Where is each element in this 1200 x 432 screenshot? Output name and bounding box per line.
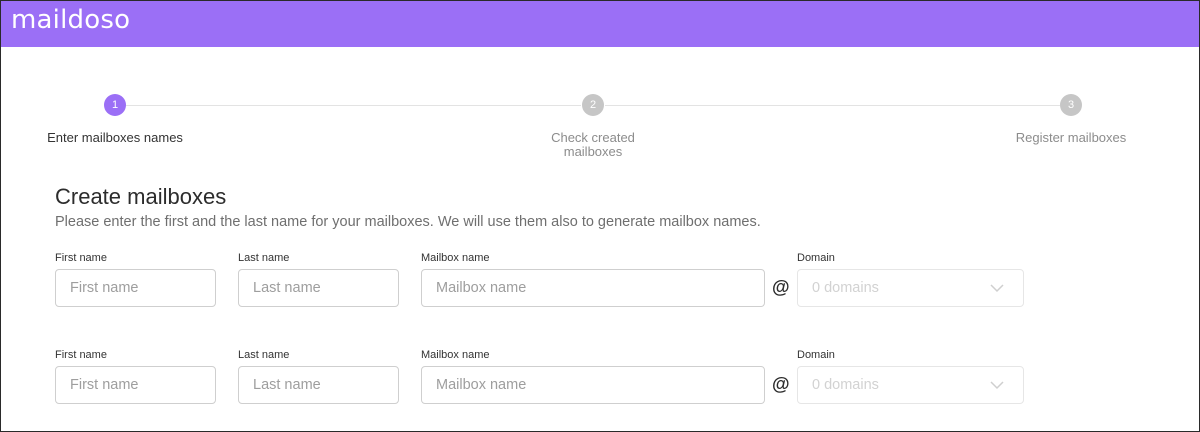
last-name-input[interactable] (238, 269, 399, 307)
last-name-input[interactable] (238, 366, 399, 404)
domain-select-value: 0 domains (812, 280, 879, 296)
domain-select-value: 0 domains (812, 377, 879, 393)
step-1-indicator: 1 (104, 94, 126, 116)
step-2-indicator: 2 (582, 94, 604, 116)
at-sign: @ (772, 374, 790, 394)
top-bar: maildoso (1, 1, 1199, 47)
page-subtitle: Please enter the first and the last name… (55, 214, 761, 230)
chevron-down-icon (990, 284, 1004, 293)
mailbox-name-input[interactable] (421, 269, 765, 307)
page-title: Create mailboxes (55, 184, 227, 209)
mailbox-name-label: Mailbox name (421, 252, 490, 264)
mailbox-name-input[interactable] (421, 366, 765, 404)
step-connector-1-2 (126, 105, 581, 106)
chevron-down-icon (990, 381, 1004, 390)
first-name-input[interactable] (55, 366, 216, 404)
mailbox-name-label: Mailbox name (421, 349, 490, 361)
step-connector-2-3 (605, 105, 1060, 106)
maildoso-logo[interactable]: maildoso (11, 5, 130, 35)
last-name-label: Last name (238, 349, 290, 361)
domain-select[interactable]: 0 domains (797, 366, 1024, 404)
first-name-label: First name (55, 252, 107, 264)
step-1-label: Enter mailboxes names (47, 130, 183, 145)
app-frame: maildoso 1 2 3 Enter mailboxes names Che… (0, 0, 1200, 432)
last-name-label: Last name (238, 252, 290, 264)
step-3-indicator: 3 (1060, 94, 1082, 116)
domain-label: Domain (797, 252, 835, 264)
first-name-input[interactable] (55, 269, 216, 307)
first-name-label: First name (55, 349, 107, 361)
domain-label: Domain (797, 349, 835, 361)
step-2-label: Check created mailboxes (551, 130, 635, 159)
domain-select[interactable]: 0 domains (797, 269, 1024, 307)
at-sign: @ (772, 277, 790, 297)
step-3-label: Register mailboxes (1015, 130, 1127, 145)
